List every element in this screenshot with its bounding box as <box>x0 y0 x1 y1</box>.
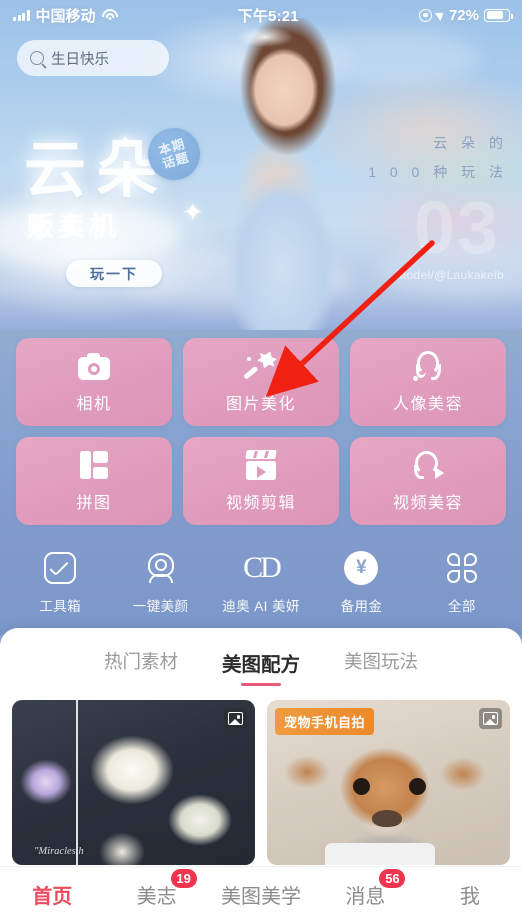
quick-action-dior-ai[interactable]: CD 迪奥 AI 美妍 <box>211 551 311 615</box>
yen-coin-icon: ¥ <box>344 551 379 585</box>
feature-tile-collage[interactable]: 拼图 <box>16 437 172 525</box>
hero-subtitle: 贩卖机 <box>27 212 120 242</box>
quick-action-toolbox[interactable]: 工具箱 <box>10 551 110 615</box>
quick-action-label: 迪奥 AI 美妍 <box>222 599 300 614</box>
feature-tile-label: 视频美容 <box>392 494 463 512</box>
quick-action-one-tap-beauty[interactable]: 一键美颜 <box>110 551 210 615</box>
feature-tile-label: 拼图 <box>76 494 112 512</box>
feature-tile-label: 视频剪辑 <box>225 494 296 512</box>
quick-action-reserve-fund[interactable]: ¥ 备用金 <box>311 551 411 615</box>
content-tabs: 热门素材 美图配方 美图玩法 <box>0 628 522 686</box>
feature-tile-photo-edit[interactable]: 图片美化 <box>183 338 339 426</box>
feature-tile-label: 人像美容 <box>392 395 463 413</box>
clapperboard-icon <box>245 449 277 480</box>
hero-right-line2: 1 0 0 种 玩 法 <box>368 164 508 180</box>
search-bar[interactable]: 生日快乐 <box>17 40 169 76</box>
feature-tile-camera[interactable]: 相机 <box>16 338 172 426</box>
search-icon <box>30 51 44 65</box>
status-bar-time: 下午5:21 <box>237 7 299 25</box>
nav-badge: 19 <box>170 869 197 888</box>
focus-icon <box>418 8 432 22</box>
battery-icon <box>484 8 513 22</box>
nav-item-meizhi[interactable]: 美志 19 <box>104 869 208 909</box>
quick-actions-row: 工具箱 一键美颜 CD 迪奥 AI 美妍 ¥ 备用金 全部 <box>0 525 522 615</box>
tab-meitu-playstyle[interactable]: 美图玩法 <box>344 648 418 686</box>
feature-row-1: 相机 图片美化 人像美容 <box>0 330 522 426</box>
hero-right-line1: 云 朵 的 <box>433 135 508 151</box>
feature-tile-label: 图片美化 <box>225 395 296 413</box>
hero-title: 云朵 <box>24 136 169 205</box>
camera-icon <box>78 351 110 381</box>
hero-right-text: 云 朵 的 1 0 0 种 玩 法 <box>368 133 508 182</box>
signal-bars-icon <box>13 9 30 21</box>
feature-tile-portrait-beauty[interactable]: 人像美容 <box>350 338 506 426</box>
portrait-hair-icon <box>412 350 444 381</box>
carrier-label: 中国移动 <box>35 7 96 25</box>
nav-item-home[interactable]: 首页 <box>0 880 104 909</box>
dog-eye <box>353 778 370 795</box>
magic-wand-icon <box>243 347 279 381</box>
feature-tile-video-edit[interactable]: 视频剪辑 <box>183 437 339 525</box>
content-card[interactable]: 宠物手机自拍 <box>267 700 510 865</box>
model-photo <box>196 18 372 330</box>
play-now-button[interactable]: 玩一下 <box>66 260 162 287</box>
quick-action-all[interactable]: 全部 <box>412 551 512 615</box>
quick-action-label: 备用金 <box>340 599 383 614</box>
status-bar-left: 中国移动 <box>0 5 118 26</box>
nav-item-messages[interactable]: 消息 56 <box>313 869 417 909</box>
card-tag: 宠物手机自拍 <box>275 708 375 735</box>
toolbox-icon <box>43 551 77 585</box>
video-beauty-icon <box>412 450 444 480</box>
photo-icon <box>224 708 247 729</box>
feature-tile-video-beauty[interactable]: 视频美容 <box>350 437 506 525</box>
search-input[interactable]: 生日快乐 <box>51 48 109 69</box>
status-bar: 中国移动 下午5:21 72% <box>0 0 522 30</box>
location-icon <box>434 8 447 22</box>
dog-eye <box>409 778 426 795</box>
wifi-icon <box>101 9 118 21</box>
photo-icon <box>479 708 502 729</box>
content-card[interactable]: "Miracles h <box>12 700 255 865</box>
before-after-divider <box>76 700 78 865</box>
content-card-list: "Miracles h 宠物手机自拍 <box>0 686 522 865</box>
card-caption: "Miracles h <box>34 846 84 857</box>
status-bar-right: 72% <box>418 6 522 24</box>
nav-label: 美志 <box>136 886 177 908</box>
bottom-nav-bar: 首页 美志 19 美图美学 消息 56 我 <box>0 866 522 922</box>
feature-tile-label: 相机 <box>76 395 112 413</box>
phone-prop <box>325 843 435 865</box>
tab-meitu-recipe[interactable]: 美图配方 <box>222 648 300 686</box>
nav-label: 消息 <box>345 886 386 908</box>
dog-nose <box>372 810 402 827</box>
sparkle-icon: ✦ <box>117 132 134 154</box>
nav-item-profile[interactable]: 我 <box>418 880 522 909</box>
nav-item-aesthetics[interactable]: 美图美学 <box>209 880 313 909</box>
quick-action-label: 全部 <box>447 599 476 614</box>
collage-grid-icon <box>78 450 110 480</box>
feature-row-2: 拼图 视频剪辑 视频美容 <box>0 426 522 525</box>
nav-label: 首页 <box>32 886 73 908</box>
quick-action-label: 一键美颜 <box>132 599 189 614</box>
tab-hot-materials[interactable]: 热门素材 <box>104 648 178 686</box>
feature-grid-section: 相机 图片美化 人像美容 拼图 视频剪辑 视频美容 工具箱 一键美颜 CD 迪奥… <box>0 330 522 635</box>
nav-label: 美图美学 <box>221 886 302 908</box>
nav-badge: 56 <box>379 869 406 888</box>
model-credit: Model/@Laukakeib <box>396 268 504 282</box>
hero-ghost-number: 03 <box>413 186 500 269</box>
one-tap-beauty-icon <box>144 551 178 585</box>
all-grid-icon <box>445 551 479 585</box>
dior-cd-logo-icon: CD <box>243 551 282 584</box>
battery-percent-label: 72% <box>448 6 479 24</box>
nav-label: 我 <box>459 886 480 908</box>
quick-action-label: 工具箱 <box>39 599 82 614</box>
sparkle-icon: ✦ <box>182 197 204 227</box>
